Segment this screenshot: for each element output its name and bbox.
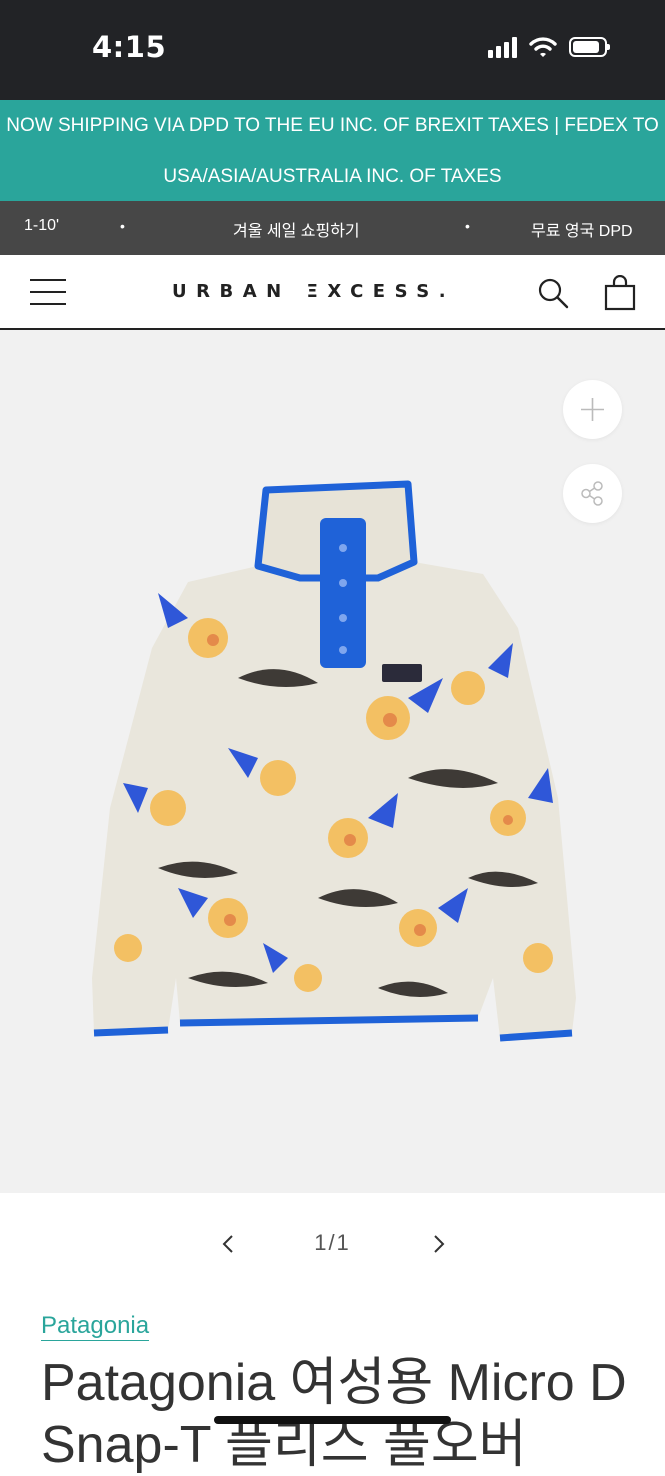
cellular-signal-icon	[488, 36, 517, 58]
product-gallery[interactable]	[0, 330, 665, 1193]
status-bar: 4:15	[0, 0, 665, 100]
info-strip[interactable]: 1-10' • 겨울 세일 쇼핑하기 • 무료 영국 DPD	[0, 201, 665, 255]
promo-line-2: USA/ASIA/AUSTRALIA INC. OF TAXES	[163, 166, 502, 187]
status-time: 4:15	[92, 30, 167, 64]
promo-line-1: NOW SHIPPING VIA DPD TO THE EU INC. OF B…	[6, 115, 659, 136]
search-icon[interactable]	[537, 277, 569, 309]
shipping-promo-banner[interactable]: NOW SHIPPING VIA DPD TO THE EU INC. OF B…	[0, 100, 665, 201]
status-icons	[488, 36, 610, 58]
shopping-bag-icon[interactable]	[604, 275, 636, 311]
gallery-counter: 1/1	[314, 1230, 351, 1255]
info-strip-left: 1-10'	[24, 217, 60, 234]
product-title: Patagonia 여성용 Micro D Snap-T 플리스 풀오버	[41, 1354, 627, 1474]
battery-icon	[569, 37, 610, 57]
free-uk-dpd-text: 무료 영국 DPD	[531, 223, 633, 240]
home-indicator[interactable]	[214, 1416, 451, 1424]
brand-link[interactable]: Patagonia	[41, 1312, 150, 1341]
zoom-button[interactable]	[563, 380, 622, 439]
product-image[interactable]	[88, 478, 580, 1048]
chevron-left-icon[interactable]	[218, 1232, 240, 1256]
chevron-right-icon[interactable]	[427, 1232, 449, 1256]
plus-icon	[581, 398, 604, 421]
gallery-pager: 1/1	[0, 1226, 665, 1266]
site-logo[interactable]: URBAN ΞXCESS.	[172, 281, 455, 302]
menu-icon[interactable]	[30, 279, 66, 305]
wifi-icon	[529, 37, 557, 57]
winter-sale-link[interactable]: 겨울 세일 쇼핑하기	[233, 217, 360, 241]
site-header: URBAN ΞXCESS.	[0, 255, 665, 330]
info-strip-separator: •	[465, 218, 470, 234]
info-strip-separator: •	[120, 218, 125, 234]
